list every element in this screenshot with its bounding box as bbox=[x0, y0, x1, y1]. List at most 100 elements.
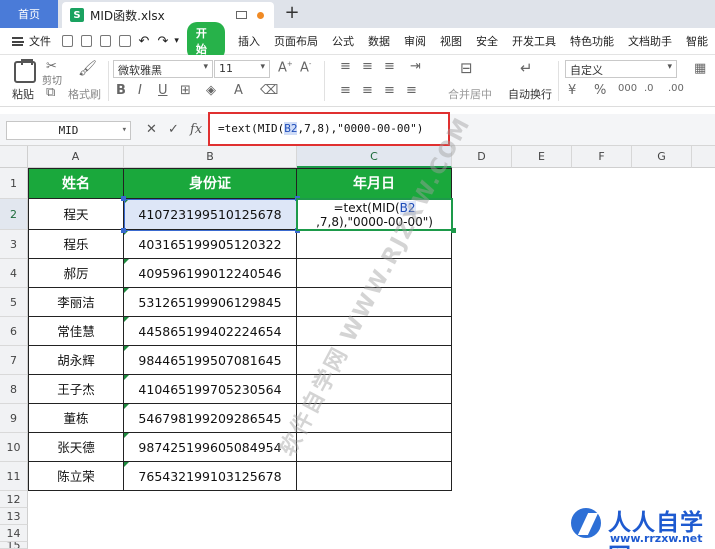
menu-smart[interactable]: 智能 bbox=[686, 33, 708, 49]
name-box[interactable]: MID ▾ bbox=[6, 121, 131, 140]
column-header-e[interactable]: E bbox=[512, 146, 572, 168]
name-cell[interactable]: 王子杰 bbox=[28, 375, 124, 404]
menu-developer[interactable]: 开发工具 bbox=[512, 33, 556, 49]
name-cell[interactable]: 郝厉 bbox=[28, 259, 124, 288]
unsaved-dot-icon[interactable] bbox=[257, 11, 264, 19]
formula-input[interactable]: =text(MID(B2,7,8),"0000-00-00") bbox=[208, 112, 450, 146]
row-header[interactable]: 8 bbox=[0, 375, 28, 404]
name-cell[interactable]: 董栋 bbox=[28, 404, 124, 433]
increase-font-icon[interactable]: A+ bbox=[278, 60, 293, 75]
bold-icon[interactable]: B bbox=[116, 83, 126, 98]
column-header-h[interactable] bbox=[692, 146, 715, 168]
save-icon[interactable] bbox=[61, 35, 74, 47]
format-painter-icon[interactable]: 🖌 bbox=[78, 59, 97, 77]
id-number-cell[interactable]: 410465199705230564 bbox=[124, 375, 297, 404]
row-header[interactable]: 10 bbox=[0, 433, 28, 462]
column-header-a[interactable]: A bbox=[28, 146, 124, 168]
align-middle-icon[interactable]: ≡ bbox=[362, 59, 373, 74]
conditional-format-icon[interactable]: ▦ bbox=[694, 61, 706, 76]
border-icon[interactable]: ⊞ bbox=[180, 83, 191, 98]
row-header[interactable]: 7 bbox=[0, 346, 28, 375]
row-header[interactable]: 4 bbox=[0, 259, 28, 288]
paste-label[interactable]: 粘贴 bbox=[12, 86, 34, 102]
column-header-b[interactable]: B bbox=[124, 146, 297, 168]
resize-handle[interactable] bbox=[121, 196, 126, 201]
row-header[interactable]: 6 bbox=[0, 317, 28, 346]
id-number-cell[interactable]: 546798199209286545 bbox=[124, 404, 297, 433]
menu-features[interactable]: 特色功能 bbox=[570, 33, 614, 49]
date-cell[interactable] bbox=[297, 462, 452, 491]
more-icon[interactable]: ▾ bbox=[174, 36, 179, 46]
menu-doc-assistant[interactable]: 文档助手 bbox=[628, 33, 672, 49]
row-header[interactable]: 3 bbox=[0, 230, 28, 259]
justify-icon[interactable]: ≡ bbox=[406, 83, 417, 98]
id-number-cell[interactable]: 409596199012240546 bbox=[124, 259, 297, 288]
file-tab[interactable]: S MID函数.xlsx bbox=[62, 2, 274, 28]
name-cell[interactable]: 胡永辉 bbox=[28, 346, 124, 375]
increase-decimal-icon[interactable]: .0 bbox=[644, 83, 654, 94]
fill-handle[interactable] bbox=[451, 228, 456, 233]
name-cell[interactable]: 程乐 bbox=[28, 230, 124, 259]
wrap-text-icon[interactable]: ↵ bbox=[520, 59, 533, 77]
font-name-select[interactable]: 微软雅黑 ▾ bbox=[113, 60, 213, 78]
date-cell[interactable] bbox=[297, 433, 452, 462]
menu-formulas[interactable]: 公式 bbox=[332, 33, 354, 49]
format-painter-label[interactable]: 格式刷 bbox=[68, 86, 101, 102]
screen-icon[interactable] bbox=[236, 11, 247, 19]
id-number-cell[interactable]: 445865199402224654 bbox=[124, 317, 297, 346]
redo-icon[interactable]: ↷ bbox=[157, 34, 168, 49]
fill-color-icon[interactable]: ◈ bbox=[206, 83, 216, 98]
align-bottom-icon[interactable]: ≡ bbox=[384, 59, 395, 74]
underline-icon[interactable]: U bbox=[158, 83, 168, 98]
align-top-icon[interactable]: ≡ bbox=[340, 59, 351, 74]
row-header[interactable]: 14 bbox=[0, 525, 28, 542]
currency-icon[interactable]: ¥ bbox=[568, 83, 576, 98]
header-cell-id[interactable]: 身份证 bbox=[124, 168, 297, 199]
date-cell[interactable] bbox=[297, 317, 452, 346]
menu-security[interactable]: 安全 bbox=[476, 33, 498, 49]
thousands-icon[interactable]: 000 bbox=[618, 83, 637, 94]
id-number-cell[interactable]: 987425199605084954 bbox=[124, 433, 297, 462]
row-header[interactable]: 13 bbox=[0, 508, 28, 525]
row-header[interactable]: 1 bbox=[0, 168, 28, 199]
decrease-font-icon[interactable]: A- bbox=[300, 60, 311, 75]
merge-center-icon[interactable]: ⊟ bbox=[460, 59, 473, 77]
name-cell[interactable]: 陈立荣 bbox=[28, 462, 124, 491]
merge-center-label[interactable]: 合并居中 bbox=[448, 86, 492, 102]
row-header[interactable]: 15 bbox=[0, 542, 28, 549]
id-number-cell[interactable]: 531265199906129845 bbox=[124, 288, 297, 317]
row-header[interactable]: 2 bbox=[0, 199, 28, 230]
undo-icon[interactable]: ↶ bbox=[139, 34, 150, 49]
font-color-icon[interactable]: A bbox=[234, 83, 243, 98]
paste-icon[interactable] bbox=[14, 59, 36, 83]
print-icon[interactable] bbox=[100, 35, 112, 47]
menu-file[interactable]: 文件 bbox=[29, 33, 51, 49]
menu-insert[interactable]: 插入 bbox=[238, 33, 260, 49]
decrease-decimal-icon[interactable]: .00 bbox=[668, 83, 684, 94]
resize-handle[interactable] bbox=[121, 228, 126, 233]
home-tab[interactable]: 首页 bbox=[0, 0, 58, 28]
add-tab-button[interactable]: + bbox=[282, 3, 302, 23]
name-cell[interactable]: 李丽洁 bbox=[28, 288, 124, 317]
italic-icon[interactable]: I bbox=[138, 83, 142, 98]
row-header[interactable]: 9 bbox=[0, 404, 28, 433]
name-cell[interactable]: 程天 bbox=[28, 199, 124, 230]
cancel-icon[interactable]: ✕ bbox=[146, 122, 157, 137]
indent-icon[interactable]: ⇥ bbox=[410, 59, 421, 74]
menu-page-layout[interactable]: 页面布局 bbox=[274, 33, 318, 49]
preview-icon[interactable] bbox=[119, 35, 131, 47]
row-header[interactable]: 5 bbox=[0, 288, 28, 317]
confirm-icon[interactable]: ✓ bbox=[168, 122, 179, 137]
id-number-cell[interactable]: 765432199103125678 bbox=[124, 462, 297, 491]
insert-function-icon[interactable]: fx bbox=[190, 122, 202, 137]
header-cell-name[interactable]: 姓名 bbox=[28, 168, 124, 199]
menu-data[interactable]: 数据 bbox=[368, 33, 390, 49]
clear-format-icon[interactable]: ⌫ bbox=[260, 83, 278, 98]
copy-icon[interactable]: ⧉ bbox=[46, 85, 55, 100]
align-left-icon[interactable]: ≡ bbox=[340, 83, 351, 98]
number-format-select[interactable]: 自定义 ▾ bbox=[565, 60, 677, 78]
name-cell[interactable]: 张天德 bbox=[28, 433, 124, 462]
column-header-g[interactable]: G bbox=[632, 146, 692, 168]
select-all-corner[interactable] bbox=[0, 146, 28, 168]
menu-icon[interactable] bbox=[12, 36, 24, 46]
